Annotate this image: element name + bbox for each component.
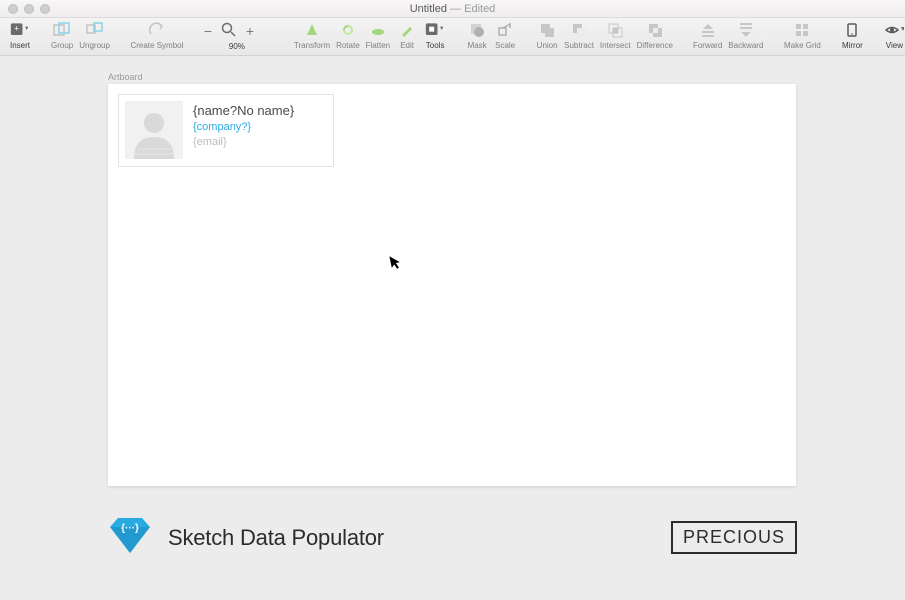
window-status-separator: —: [450, 3, 464, 15]
forward-label: Forward: [693, 41, 722, 50]
flatten-button[interactable]: Flatten: [363, 20, 393, 50]
footer-title: Sketch Data Populator: [168, 525, 384, 551]
mirror-button[interactable]: Mirror: [838, 20, 866, 50]
ungroup-label: Ungroup: [79, 41, 110, 50]
zoom-level: 90%: [229, 42, 245, 51]
avatar-placeholder: [125, 101, 183, 159]
difference-button[interactable]: Difference: [634, 20, 676, 50]
edit-icon: [397, 20, 417, 40]
mask-label: Mask: [468, 41, 487, 50]
rotate-icon: [338, 20, 358, 40]
cursor-icon: [388, 253, 404, 274]
make-grid-label: Make Grid: [784, 41, 821, 50]
mask-icon: [467, 20, 487, 40]
view-icon: [884, 20, 904, 40]
union-button[interactable]: Union: [533, 20, 561, 50]
view-button[interactable]: View: [880, 20, 905, 50]
backward-label: Backward: [728, 41, 763, 50]
card-text: {name?No name} {company?} {email}: [193, 101, 294, 160]
intersect-label: Intersect: [600, 41, 631, 50]
card-email-placeholder: {email}: [193, 136, 294, 148]
flatten-icon: [368, 20, 388, 40]
zoom-out-button[interactable]: −: [201, 21, 215, 41]
intersect-icon: [605, 20, 625, 40]
sketch-populator-logo-icon: {···}: [108, 515, 152, 560]
difference-icon: [645, 20, 665, 40]
rotate-label: Rotate: [336, 41, 360, 50]
union-icon: [537, 20, 557, 40]
window-title: Untitled — Edited: [0, 3, 905, 15]
scale-label: Scale: [495, 41, 515, 50]
create-symbol-label: Create Symbol: [130, 41, 183, 50]
ungroup-button[interactable]: Ungroup: [76, 20, 113, 50]
group-label: Group: [51, 41, 73, 50]
canvas[interactable]: Artboard {name?No name} {company?} {emai…: [0, 56, 905, 600]
make-grid-button[interactable]: Make Grid: [780, 20, 824, 50]
precious-brand: PRECIOUS: [671, 521, 797, 554]
mirror-icon: [842, 20, 862, 40]
insert-icon: +: [10, 20, 30, 40]
transform-icon: [302, 20, 322, 40]
ungroup-icon: [85, 20, 105, 40]
backward-button[interactable]: Backward: [725, 20, 766, 50]
rotate-button[interactable]: Rotate: [333, 20, 363, 50]
create-symbol-button[interactable]: Create Symbol: [127, 20, 187, 50]
mask-button[interactable]: Mask: [463, 20, 491, 50]
make-grid-icon: [792, 20, 812, 40]
forward-icon: [698, 20, 718, 40]
window-titlebar: Untitled — Edited: [0, 0, 905, 18]
tools-label: Tools: [426, 41, 445, 50]
subtract-button[interactable]: Subtract: [561, 20, 597, 50]
window-status: Edited: [464, 3, 495, 15]
edit-button[interactable]: Edit: [393, 20, 421, 50]
insert-label: Insert: [10, 41, 30, 50]
scale-icon: [495, 20, 515, 40]
flatten-label: Flatten: [366, 41, 390, 50]
group-icon: [52, 20, 72, 40]
transform-button[interactable]: Transform: [291, 20, 333, 50]
union-label: Union: [537, 41, 558, 50]
backward-icon: [736, 20, 756, 40]
insert-button[interactable]: + Insert: [6, 20, 34, 50]
toolbar: + Insert Group Ungroup Create Symbol: [0, 18, 905, 56]
difference-label: Difference: [637, 41, 673, 50]
transform-label: Transform: [294, 41, 330, 50]
zoom-in-button[interactable]: +: [243, 21, 257, 41]
group-button[interactable]: Group: [48, 20, 76, 50]
svg-text:+: +: [14, 24, 19, 34]
artboard-label[interactable]: Artboard: [108, 72, 143, 82]
zoom-icon[interactable]: [219, 20, 239, 40]
view-label: View: [886, 41, 903, 50]
scale-button[interactable]: Scale: [491, 20, 519, 50]
footer: {···} Sketch Data Populator PRECIOUS: [108, 515, 797, 560]
window-title-text: Untitled: [410, 3, 447, 15]
forward-button[interactable]: Forward: [690, 20, 725, 50]
create-symbol-icon: [147, 20, 167, 40]
card-name-placeholder: {name?No name}: [193, 103, 294, 118]
contact-card[interactable]: {name?No name} {company?} {email}: [118, 94, 334, 167]
card-company-placeholder: {company?}: [193, 121, 294, 133]
intersect-button[interactable]: Intersect: [597, 20, 634, 50]
artboard[interactable]: {name?No name} {company?} {email}: [108, 84, 796, 486]
subtract-label: Subtract: [564, 41, 594, 50]
svg-text:{···}: {···}: [121, 523, 139, 534]
tools-button[interactable]: Tools: [421, 20, 449, 50]
tools-icon: [425, 20, 445, 40]
mirror-label: Mirror: [842, 41, 863, 50]
edit-label: Edit: [400, 41, 414, 50]
subtract-icon: [569, 20, 589, 40]
